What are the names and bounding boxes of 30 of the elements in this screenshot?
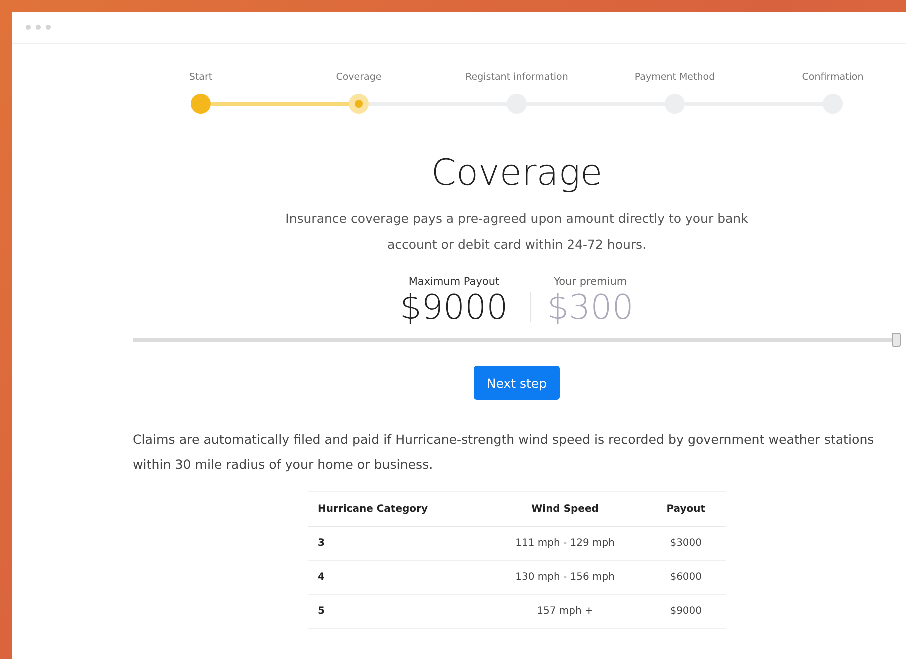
column-header: Wind Speed xyxy=(484,492,646,526)
step-label: Registant information xyxy=(466,72,568,85)
window-dot xyxy=(36,25,41,30)
window-dot xyxy=(26,25,31,30)
table-cell: $6000 xyxy=(646,560,726,594)
payout-slider[interactable] xyxy=(133,333,901,347)
step-label: Confirmation xyxy=(802,72,864,85)
slider-thumb[interactable] xyxy=(892,333,901,347)
table-cell: 130 mph - 156 mph xyxy=(484,560,646,594)
table-cell: 4 xyxy=(308,560,484,594)
table-cell: 157 mph + xyxy=(484,594,646,628)
intro-text: Insurance coverage pays a pre-agreed upon amount directly to your bank account or debit card within 24-72 hours. xyxy=(284,210,750,254)
window-dot xyxy=(46,25,51,30)
premium-amount: $300 xyxy=(547,288,634,328)
table-cell: $9000 xyxy=(646,594,726,628)
table-cell: 111 mph - 129 mph xyxy=(484,526,646,560)
table-cell: 3 xyxy=(308,526,484,560)
table-cell: 5 xyxy=(308,594,484,628)
claims-text: Claims are automatically filed and paid if Hurricane-strength wind speed is recorded by government weather stations within 30 mile radius of your home or business. xyxy=(133,431,876,474)
next-step-button[interactable]: Next step xyxy=(474,366,560,400)
table-cell: $3000 xyxy=(646,526,726,560)
column-header: Hurricane Category xyxy=(308,492,484,526)
payout-amount: $9000 xyxy=(400,288,508,328)
step-label: Start xyxy=(189,72,213,85)
page-title: Coverage xyxy=(431,152,603,196)
column-header: Payout xyxy=(646,492,726,526)
payout-label: Maximum Payout xyxy=(408,276,500,288)
step-label: Coverage xyxy=(336,72,382,85)
premium-label: Your premium xyxy=(554,276,628,288)
step-label: Payment Method xyxy=(634,72,716,85)
